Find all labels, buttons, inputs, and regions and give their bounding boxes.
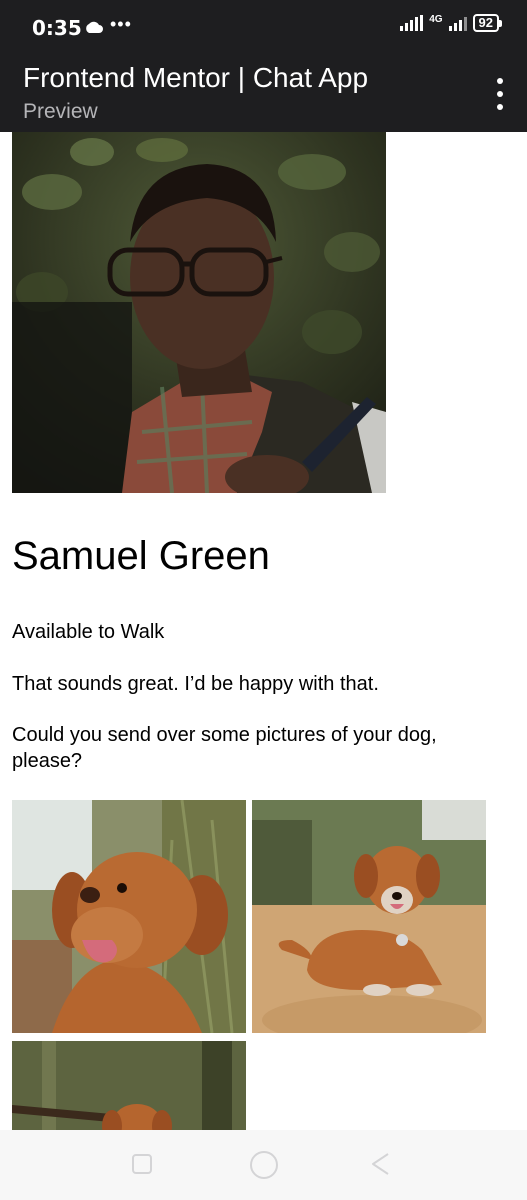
kebab-menu-icon[interactable] — [495, 78, 505, 110]
dog-photo-closeup[interactable] — [12, 800, 246, 1033]
back-icon[interactable] — [370, 1152, 390, 1176]
page-title: Frontend Mentor | Chat App — [23, 62, 369, 93]
recent-apps-icon[interactable] — [132, 1154, 152, 1174]
dog-photo-lying-on-sand[interactable] — [252, 800, 486, 1033]
home-icon[interactable] — [250, 1151, 278, 1179]
status-indicators: 4G 92 — [400, 14, 503, 32]
signal-icon — [400, 15, 424, 31]
network-type-label: 4G — [429, 14, 443, 25]
chat-message-2: That sounds great. I’d be happy with tha… — [12, 673, 379, 695]
preview-content[interactable]: Samuel Green Available to Walk That soun… — [0, 132, 527, 1130]
profile-name: Samuel Green — [12, 534, 270, 578]
dog-photo-with-stick[interactable] — [12, 1041, 246, 1130]
status-more-dots: ••• — [110, 14, 132, 34]
chat-message-1: Available to Walk — [12, 621, 165, 643]
status-time: 0:35 — [32, 16, 82, 40]
status-bar: 0:35 ••• 4G 92 — [0, 0, 527, 56]
chat-message-3: Could you send over some pictures of you… — [12, 724, 437, 772]
battery-icon: 92 — [472, 14, 503, 32]
app-header: Frontend Mentor | Chat App Preview — [0, 56, 527, 132]
profile-photo — [12, 132, 386, 493]
system-nav-bar — [0, 1130, 527, 1200]
cloud-icon — [84, 20, 104, 38]
page-subtitle: Preview — [23, 100, 98, 123]
signal-4g-icon — [448, 15, 467, 31]
